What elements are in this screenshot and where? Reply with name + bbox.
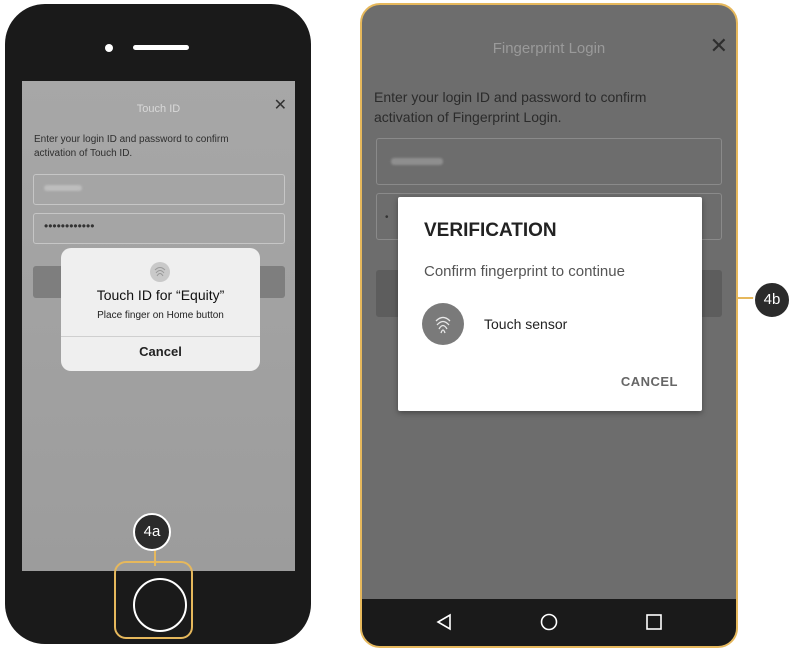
android-screen-title: Fingerprint Login [492,40,606,57]
android-instruction-text: Enter your login ID and password to conf… [374,89,647,125]
dialog-title: VERIFICATION [424,220,557,241]
touch-id-alert: Touch ID for “Equity” Place finger on Ho… [61,248,260,371]
password-mask: • [385,212,389,223]
alert-title: Touch ID for “Equity” [96,287,225,303]
front-camera [105,44,113,52]
password-mask: •••••••••••• [44,219,95,233]
password-field[interactable]: •••••••••••• [33,213,285,244]
blurred-login-id [391,158,443,165]
alert-divider [61,336,260,337]
ios-instruction-text: Enter your login ID and password to conf… [34,134,229,159]
fingerprint-icon [150,262,170,282]
back-triangle-icon[interactable] [435,613,453,631]
ios-screen: Touch ID ✕ Enter your login ID and passw… [22,81,295,571]
dialog-message: Confirm fingerprint to continue [424,263,625,280]
touch-sensor-label: Touch sensor [484,316,568,332]
callout-badge-4b: 4b [753,281,791,319]
login-id-field[interactable] [376,138,722,185]
recent-square-icon[interactable] [645,613,663,631]
close-icon[interactable]: ✕ [710,35,728,57]
dialog-cancel-button[interactable]: CANCEL [621,374,678,389]
callout-badge-4a: 4a [133,513,171,551]
verification-dialog: VERIFICATION Confirm fingerprint to cont… [398,197,702,411]
android-device: Fingerprint Login ✕ Enter your login ID … [360,3,738,648]
alert-cancel-button[interactable]: Cancel [61,344,260,359]
blurred-login-id [44,185,82,191]
android-nav-bar [362,599,736,646]
ios-screen-title: Touch ID [136,103,181,115]
alert-message: Place finger on Home button [97,310,224,321]
fingerprint-icon [422,303,464,345]
earpiece-speaker [133,45,189,50]
home-button-highlight [114,561,193,639]
home-circle-icon[interactable] [540,613,558,631]
close-icon[interactable]: ✕ [274,98,287,114]
login-id-field[interactable] [33,174,285,205]
